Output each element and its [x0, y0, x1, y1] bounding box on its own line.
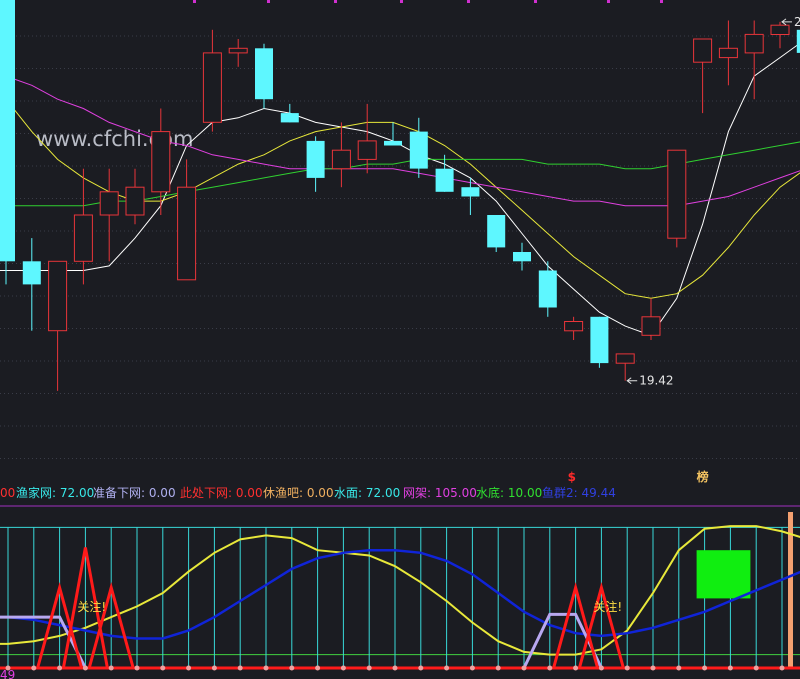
candle: [667, 149, 687, 248]
candle-body: [177, 186, 197, 281]
top-tick: [534, 0, 537, 3]
baseline-dot: [547, 665, 553, 671]
candle-body: [641, 316, 661, 336]
candle-body: [718, 47, 738, 59]
candle: [255, 43, 273, 109]
candle-body: [357, 140, 377, 160]
candle-body: [513, 252, 531, 262]
top-tick: [193, 0, 196, 3]
baseline-dot: [676, 665, 682, 671]
baseline-dot: [650, 665, 656, 671]
price-label-text: 19.42: [639, 374, 673, 388]
legend-item: 鱼群2: 49.44: [542, 486, 616, 500]
baseline-dot: [82, 665, 88, 671]
candle-body: [615, 353, 635, 364]
candle-body: [770, 24, 790, 36]
candle-body: [22, 261, 41, 285]
baseline-dot: [211, 665, 217, 671]
candle-body: [99, 191, 119, 216]
chart-background: [0, 0, 800, 679]
legend-item: 渔家网: 72.00: [16, 485, 94, 500]
candle-body: [73, 214, 93, 262]
signal-marker: $: [568, 470, 576, 484]
baseline-dot: [753, 665, 759, 671]
candle-body: [461, 187, 480, 197]
baseline-dot: [702, 665, 708, 671]
candle-body: [228, 47, 248, 54]
candle: [0, 0, 15, 285]
baseline-dot: [624, 665, 630, 671]
baseline-dot: [186, 665, 192, 671]
baseline-dot: [495, 665, 501, 671]
candle-body: [409, 131, 428, 169]
top-tick: [467, 0, 470, 3]
top-tick: [607, 0, 610, 3]
legend-item: 此处下网: 0.00: [180, 486, 263, 500]
legend-item: 休渔吧: 0.00: [263, 486, 334, 500]
annotation-label: 关注!: [593, 599, 622, 614]
baseline-dot: [263, 665, 269, 671]
candle-body: [384, 140, 402, 146]
legend-item: 水面: 72.00: [334, 486, 400, 500]
legend-item: 水底: 10.00: [476, 485, 542, 500]
baseline-dot: [340, 665, 346, 671]
annotation-label: 关注!: [77, 599, 106, 614]
baseline-dot: [392, 665, 398, 671]
baseline-dot: [779, 665, 785, 671]
top-tick: [267, 0, 270, 3]
baseline-dot: [160, 665, 166, 671]
indicator-legend: 00 渔家网: 72.00准备下网: 0.00 此处下网: 0.00 休渔吧: 0.0…: [0, 485, 616, 500]
candle-body: [280, 113, 299, 123]
baseline-dot: [366, 665, 372, 671]
candle-body: [255, 48, 273, 100]
baseline-dot: [289, 665, 295, 671]
baseline-dot: [108, 665, 114, 671]
candle-body: [590, 316, 609, 364]
candle-body: [693, 38, 713, 63]
baseline-dot: [418, 665, 424, 671]
green-block: [696, 550, 751, 599]
top-tick: [660, 0, 663, 3]
candle-body: [744, 33, 764, 54]
candle-body: [306, 140, 325, 178]
candle-body: [538, 270, 557, 308]
baseline-dot: [134, 665, 140, 671]
baseline-dot: [469, 665, 475, 671]
top-tick: [334, 0, 337, 3]
candle-body: [0, 0, 15, 262]
candle-body: [202, 52, 222, 123]
baseline-dot: [237, 665, 243, 671]
legend-item: 准备下网: 0.00: [93, 486, 176, 500]
candle-body: [48, 260, 68, 332]
candle: [590, 316, 609, 368]
baseline-dot: [573, 665, 579, 671]
legend-item: 00: [0, 486, 15, 500]
baseline-dot: [444, 665, 450, 671]
candle-body: [435, 168, 454, 192]
candle-body: [667, 149, 687, 239]
candle-body: [151, 131, 171, 193]
candle-body: [331, 149, 351, 170]
baseline-dot: [598, 665, 604, 671]
candle-body: [125, 186, 145, 216]
baseline-dot: [31, 665, 37, 671]
baseline-dot: [521, 665, 527, 671]
legend-item: 网架: 105.00: [403, 486, 477, 500]
candle-body: [564, 321, 584, 332]
stock-chart: www.cfchi.com 27.1719.42 $榜 00渔家网: 72.00…: [0, 0, 800, 679]
candle-body: [487, 215, 506, 248]
signal-marker: 榜: [697, 469, 709, 484]
baseline-dot: [315, 665, 321, 671]
baseline-dot: [57, 665, 63, 671]
candle: [487, 215, 506, 252]
baseline-dot: [727, 665, 733, 671]
price-label-text: 27.17: [794, 15, 800, 29]
top-tick: [400, 0, 403, 3]
bottom-label: 49: [0, 668, 15, 679]
